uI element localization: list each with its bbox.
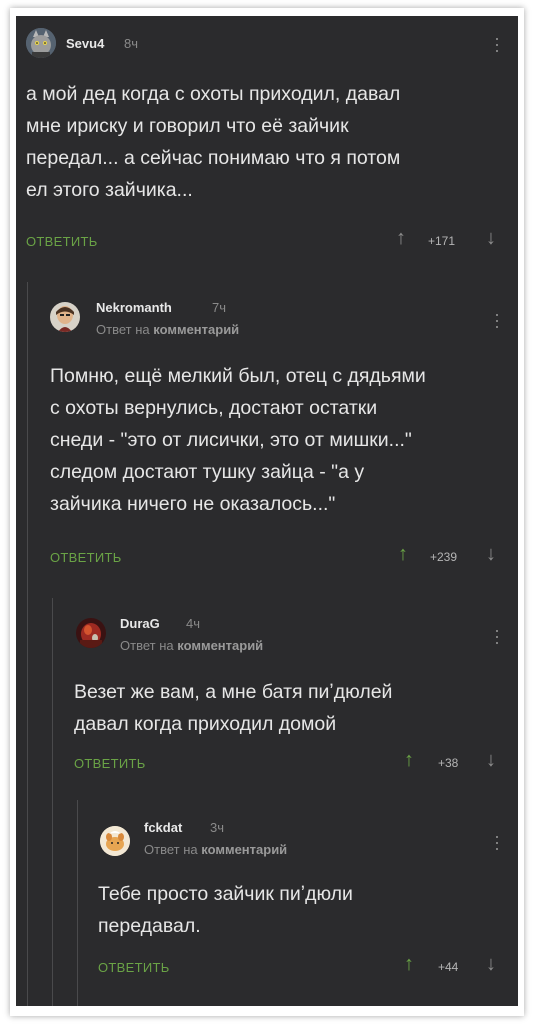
cat-avatar-icon[interactable] [26, 28, 56, 58]
rating: +44 [438, 960, 459, 974]
more-options-icon[interactable]: · · · [492, 29, 502, 59]
reply-to-label: Ответ на комментарий [120, 638, 263, 653]
comment-fckdat: fckdat 3ч Ответ на комментарий · · · Тебе … [16, 804, 518, 1004]
reply-to-label: Ответ на комментарий [144, 842, 287, 857]
rating: +171 [428, 234, 456, 248]
upvote-icon[interactable]: ↑ [404, 750, 414, 770]
reply-to-prefix: Ответ на [96, 322, 150, 337]
downvote-icon[interactable]: ↓ [486, 750, 496, 770]
person-avatar-icon[interactable] [50, 302, 80, 332]
rating: +38 [438, 756, 459, 770]
downvote-icon[interactable]: ↓ [486, 544, 496, 564]
comment-text: а мой дед когда с охоты приходил, давал … [26, 83, 401, 201]
comment-text: Везет же вам, а мне батя пиʼдюлей давал … [74, 681, 393, 735]
upvote-icon[interactable]: ↑ [396, 228, 406, 248]
reply-button[interactable]: ОТВЕТИТЬ [26, 234, 98, 249]
more-options-icon[interactable]: · · · [492, 305, 502, 335]
more-options-icon[interactable]: · · · [492, 827, 502, 857]
reply-to-label: Ответ на комментарий [96, 322, 239, 337]
comment-nekromanth: Nekromanth 7ч Ответ на комментарий · · · П… [16, 286, 518, 586]
comment-text: Помню, ещё мелкий был, отец с дядьями с … [50, 365, 426, 515]
reply-to-link[interactable]: комментарий [153, 322, 239, 337]
username[interactable]: Nekromanth [96, 300, 172, 315]
timestamp: 7ч [212, 300, 227, 315]
reply-button[interactable]: ОТВЕТИТЬ [98, 960, 170, 975]
comment-durag: DuraG 4ч Ответ на комментарий · · · Везет … [16, 602, 518, 792]
upvote-icon[interactable]: ↑ [398, 544, 408, 564]
username[interactable]: Sevu4 [66, 36, 104, 51]
timestamp: 8ч [124, 36, 139, 51]
downvote-icon[interactable]: ↓ [486, 228, 496, 248]
reply-to-prefix: Ответ на [144, 842, 198, 857]
reply-to-link[interactable]: комментарий [201, 842, 287, 857]
rating: +239 [430, 550, 458, 564]
timestamp: 3ч [210, 820, 225, 835]
upvote-icon[interactable]: ↑ [404, 954, 414, 974]
more-options-icon[interactable]: · · · [492, 621, 502, 651]
username[interactable]: DuraG [120, 616, 160, 631]
downvote-icon[interactable]: ↓ [486, 954, 496, 974]
red-avatar-icon[interactable] [76, 618, 106, 648]
dog-avatar-icon[interactable] [100, 826, 130, 856]
username[interactable]: fckdat [144, 820, 182, 835]
reply-button[interactable]: ОТВЕТИТЬ [50, 550, 122, 565]
comments-screen: Sevu4 8ч · · · а мой дед когда с охоты при… [16, 16, 518, 1006]
timestamp: 4ч [186, 616, 201, 631]
reply-button[interactable]: ОТВЕТИТЬ [74, 756, 146, 771]
comment-text: Тебе просто зайчик пиʼдюли передавал. [98, 883, 353, 937]
reply-to-prefix: Ответ на [120, 638, 174, 653]
reply-to-link[interactable]: комментарий [177, 638, 263, 653]
comment-sevu4: Sevu4 8ч · · · а мой дед когда с охоты при… [16, 16, 518, 276]
